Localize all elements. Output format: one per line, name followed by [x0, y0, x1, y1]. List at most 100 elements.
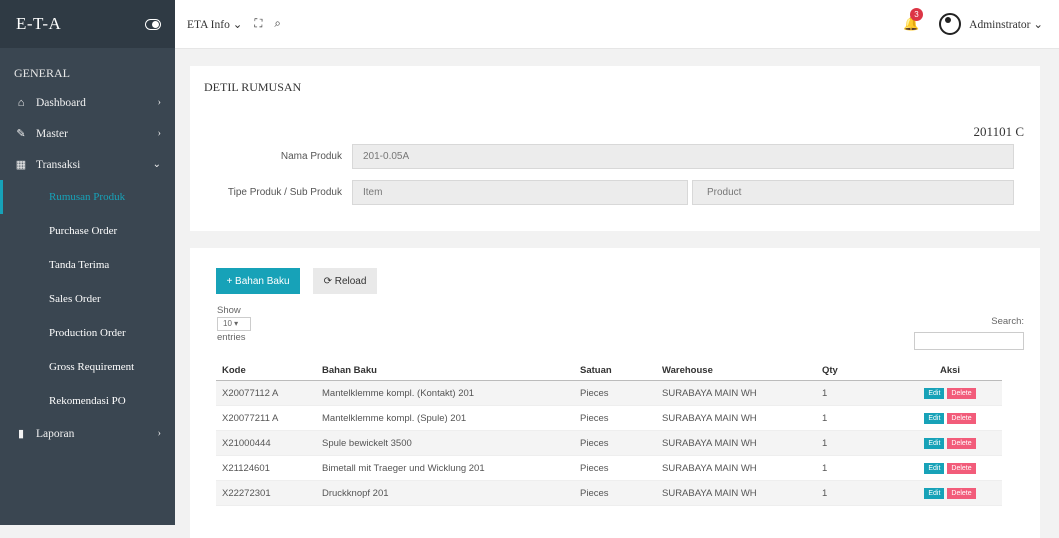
sidebar-subitem-rumusan-produk[interactable]: Rumusan Produk — [0, 180, 175, 214]
column-header-qty[interactable]: Qty — [816, 360, 898, 381]
cell-qty: 1 — [816, 455, 898, 481]
edit-button[interactable]: Edit — [924, 463, 945, 474]
edit-button[interactable]: Edit — [924, 388, 945, 399]
cell-qty: 1 — [816, 380, 898, 406]
cell-kode: X21000444 — [216, 430, 316, 456]
sidebar-item-label: Laporan — [36, 427, 75, 440]
delete-button[interactable]: Delete — [947, 413, 976, 424]
sidebar: E-T-A GENERAL ⌂ Dashboard › ✎ Master › ▦… — [0, 0, 175, 525]
sidebar-subitem-rekomendasi-po[interactable]: Rekomendasi PO — [0, 384, 175, 418]
table-row: X21124601 Bimetall mit Traeger und Wickl… — [216, 455, 1002, 481]
cell-kode: X22272301 — [216, 480, 316, 506]
edit-icon: ✎ — [16, 128, 26, 140]
cell-qty: 1 — [816, 480, 898, 506]
cell-satuan: Pieces — [574, 380, 656, 406]
show-label: Show — [217, 305, 241, 316]
sidebar-item-dashboard[interactable]: ⌂ Dashboard › — [0, 87, 175, 118]
sidebar-item-label: Transaksi — [36, 158, 81, 171]
column-header-bahan-baku[interactable]: Bahan Baku — [316, 360, 574, 381]
entries-control: Show 10 ▾ entries — [217, 305, 251, 343]
cell-warehouse: SURABAYA MAIN WH — [656, 380, 816, 406]
column-header-aksi[interactable]: Aksi — [898, 360, 1002, 381]
tipe-produk-row: Tipe Produk / Sub Produk Item Product — [190, 180, 1014, 205]
cell-bahan-baku: Druckknopf 201 — [316, 480, 574, 506]
search-control: Search: — [914, 316, 1024, 350]
delete-button[interactable]: Delete — [947, 438, 976, 449]
cell-warehouse: SURABAYA MAIN WH — [656, 480, 816, 506]
topbar: ETA Info ⌄ ⛶ ⌕ 🔔 3 Adminstrator ⌄ — [175, 0, 1059, 49]
cell-satuan: Pieces — [574, 430, 656, 456]
cell-qty: 1 — [816, 430, 898, 456]
tipe-produk-field[interactable]: Item — [352, 180, 688, 205]
cell-aksi: Edit Delete — [898, 430, 1002, 456]
cell-aksi: Edit Delete — [898, 455, 1002, 481]
page-title: DETIL RUMUSAN — [204, 80, 302, 94]
edit-button[interactable]: Edit — [924, 413, 945, 424]
cell-satuan: Pieces — [574, 405, 656, 431]
bahan-baku-table: Kode Bahan Baku Satuan Warehouse Qty Aks… — [216, 360, 1002, 506]
cell-warehouse: SURABAYA MAIN WH — [656, 405, 816, 431]
cell-bahan-baku: Spule bewickelt 3500 — [316, 430, 574, 456]
bahan-baku-card: + Bahan Baku ⟳ Reload Show 10 ▾ entries … — [190, 248, 1040, 538]
cell-bahan-baku: Mantelklemme kompl. (Spule) 201 — [316, 405, 574, 431]
sidebar-subitem-gross-requirement[interactable]: Gross Requirement — [0, 350, 175, 384]
grid-icon: ▦ — [15, 159, 27, 171]
sidebar-subitem-production-order[interactable]: Production Order — [0, 316, 175, 350]
eta-info-menu[interactable]: ETA Info ⌄ — [187, 17, 242, 31]
edit-button[interactable]: Edit — [924, 438, 945, 449]
delete-button[interactable]: Delete — [947, 463, 976, 474]
detail-card: DETIL RUMUSAN 201101 C Nama Produk 201-0… — [190, 66, 1040, 231]
nama-produk-label: Nama Produk — [280, 151, 342, 162]
table-row: X21000444 Spule bewickelt 3500 Pieces SU… — [216, 430, 1002, 456]
bar-chart-icon: ▮ — [17, 428, 25, 440]
fullscreen-icon[interactable]: ⛶ — [254, 18, 262, 31]
column-header-kode[interactable]: Kode — [216, 360, 316, 381]
user-avatar-icon[interactable] — [939, 13, 962, 35]
sidebar-item-label: Dashboard — [36, 96, 86, 109]
reload-button[interactable]: ⟳ Reload — [313, 268, 377, 294]
sidebar-item-laporan[interactable]: ▮ Laporan › — [0, 418, 175, 449]
entries-select[interactable]: 10 ▾ — [217, 317, 251, 331]
user-menu[interactable]: Adminstrator ⌄ — [969, 17, 1043, 31]
chevron-down-icon: ⌄ — [152, 159, 161, 170]
cell-aksi: Edit Delete — [898, 380, 1002, 406]
sidebar-subitem-purchase-order[interactable]: Purchase Order — [0, 214, 175, 248]
notification-bell-icon[interactable]: 🔔 3 — [903, 8, 923, 32]
nama-produk-row: Nama Produk 201-0.05A — [190, 144, 1014, 169]
search-icon[interactable]: ⌕ — [274, 18, 280, 31]
tipe-produk-label: Tipe Produk / Sub Produk — [227, 187, 342, 198]
sidebar-toggle-icon[interactable] — [145, 18, 161, 30]
cell-aksi: Edit Delete — [898, 405, 1002, 431]
sidebar-item-label: Master — [36, 127, 68, 140]
brand-header: E-T-A — [0, 0, 175, 48]
entries-label: entries — [217, 332, 246, 343]
sub-produk-field[interactable]: Product — [692, 180, 1014, 205]
edit-button[interactable]: Edit — [924, 488, 945, 499]
brand-logo[interactable]: E-T-A — [16, 14, 61, 34]
column-header-satuan[interactable]: Satuan — [574, 360, 656, 381]
nama-produk-field[interactable]: 201-0.05A — [352, 144, 1014, 169]
add-bahan-baku-button[interactable]: + Bahan Baku — [216, 268, 300, 294]
column-header-warehouse[interactable]: Warehouse — [656, 360, 816, 381]
cell-aksi: Edit Delete — [898, 480, 1002, 506]
cell-bahan-baku: Mantelklemme kompl. (Kontakt) 201 — [316, 380, 574, 406]
cell-kode: X20077211 A — [216, 405, 316, 431]
cell-satuan: Pieces — [574, 480, 656, 506]
delete-button[interactable]: Delete — [947, 488, 976, 499]
table-row: X22272301 Druckknopf 201 Pieces SURABAYA… — [216, 480, 1002, 506]
chevron-right-icon: › — [157, 97, 161, 108]
table-row: X20077211 A Mantelklemme kompl. (Spule) … — [216, 405, 1002, 431]
table-header-row: Kode Bahan Baku Satuan Warehouse Qty Aks… — [216, 360, 1002, 381]
chevron-right-icon: › — [157, 128, 161, 139]
home-icon: ⌂ — [17, 96, 25, 109]
nav-group-label: GENERAL — [14, 66, 70, 80]
sidebar-item-master[interactable]: ✎ Master › — [0, 118, 175, 149]
delete-button[interactable]: Delete — [947, 388, 976, 399]
sidebar-subitem-sales-order[interactable]: Sales Order — [0, 282, 175, 316]
sidebar-item-transaksi[interactable]: ▦ Transaksi ⌄ — [0, 149, 175, 180]
cell-kode: X21124601 — [216, 455, 316, 481]
sidebar-subitem-tanda-terima[interactable]: Tanda Terima — [0, 248, 175, 282]
search-input[interactable] — [914, 332, 1024, 350]
formula-code: 201101 C — [973, 124, 1024, 139]
cell-satuan: Pieces — [574, 455, 656, 481]
